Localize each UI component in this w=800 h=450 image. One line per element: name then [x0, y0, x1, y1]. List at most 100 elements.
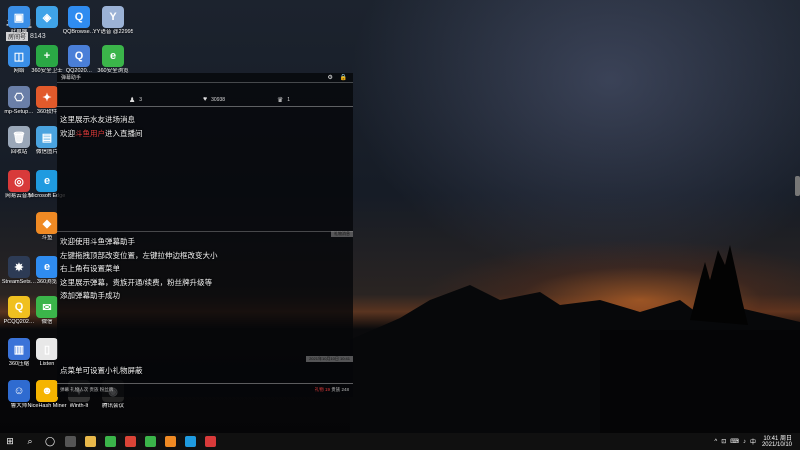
app-icon: ✦	[36, 86, 58, 108]
douyu-icon	[164, 436, 176, 447]
stats-bar: ♟ 3 ♥ 30938 ♛ 1	[57, 91, 353, 107]
chat-message: 欢迎使用斗鱼弹幕助手	[60, 237, 135, 246]
desktop-icon[interactable]: Q QQ2020…	[62, 45, 96, 75]
start-windows-icon[interactable]: ⊞	[0, 433, 20, 450]
desktop-icon[interactable]: ◈	[30, 6, 64, 29]
app-icon: e	[36, 170, 58, 192]
input-method-icon[interactable]: 中	[750, 437, 756, 446]
app-icon: 🗑	[8, 126, 30, 148]
desktop-icon[interactable]: YYY语音 @22995…	[93, 6, 133, 36]
app-icon: ▥	[8, 338, 30, 360]
app-icon: ▤	[36, 126, 58, 148]
desktop-icon-label: 360软件	[36, 109, 58, 115]
desktop-icon-label: 此电脑	[10, 29, 28, 35]
welcome-prefix: 欢迎	[60, 129, 75, 138]
desktop-icon[interactable]: +360安全卫士	[30, 45, 64, 75]
crown-icon: ♛	[277, 97, 284, 104]
danmu-assistant-window[interactable]: 弹幕助手 ⚙ 🔒 ♟ 3 ♥ 30938 ♛ 1 这里展示水友进场消息 欢迎斗鱼…	[57, 73, 353, 397]
search-icon[interactable]: ⌕	[20, 433, 40, 450]
app-icon: ☺	[8, 380, 30, 402]
wechat-icon	[144, 436, 156, 447]
file-explorer-icon	[84, 436, 96, 447]
desktop-icon-label: 网络	[13, 68, 25, 74]
clock[interactable]: 10:41 周日 2021/10/10	[762, 436, 792, 448]
desktop-icon-label: 360浏览	[36, 279, 58, 285]
app-icon: ◈	[36, 6, 58, 28]
settings-gear-icon[interactable]: ⚙	[327, 75, 332, 81]
app-icon: ✉	[36, 296, 58, 318]
360-browser-icon	[104, 436, 116, 447]
desktop-icon-label: NiceHash Miner	[27, 403, 67, 409]
app-icon: ◫	[8, 45, 30, 67]
desktop-icon-label: Listen	[39, 361, 55, 367]
tray-expand-icon[interactable]: ^	[714, 439, 717, 445]
app-icon: +	[36, 45, 58, 67]
desktop-icon-label: YY语音 @22995…	[93, 29, 133, 35]
app-icon: Q	[8, 296, 30, 318]
volume-icon[interactable]: ♪	[743, 439, 746, 445]
desktop-icon-label: 回收站	[10, 149, 28, 155]
desktop-icon-label: 360压缩	[8, 361, 30, 367]
chrome-icon	[124, 436, 136, 447]
app-icon: ☻	[36, 380, 58, 402]
edge-scroll-handle[interactable]	[795, 176, 800, 196]
chat-message: 添加弹幕助手成功	[60, 291, 120, 300]
app-icon: ◆	[36, 212, 58, 234]
desktop-icon[interactable]: Q QQBrowse…	[62, 6, 96, 36]
taskbar-douyu-icon[interactable]	[160, 433, 180, 450]
app-icon: Q	[68, 45, 90, 67]
desktop-icon-label: 斗鱼	[41, 235, 53, 241]
app-icon: ◎	[8, 170, 30, 192]
noble-count: 1	[287, 97, 291, 103]
task-view-icon	[64, 436, 76, 447]
heart-icon: ♥	[203, 96, 208, 103]
taskbar-wechat-icon[interactable]	[140, 433, 160, 450]
clock-time: 10:41 周日	[763, 435, 792, 442]
taskbar-file-explorer-icon[interactable]	[80, 433, 100, 450]
bottom-tabs[interactable]: 弹幕 礼物人次 贵族 粉丝牌	[57, 387, 113, 392]
noble-stat: ♛ 1	[277, 96, 290, 104]
desktop-icon[interactable]: e 360安全浏览	[96, 45, 130, 75]
cortana-icon[interactable]: ◯	[40, 433, 60, 450]
welcome-suffix: 进入直播间	[105, 129, 143, 138]
taskbar-task-view-icon[interactable]	[60, 433, 80, 450]
taskbar-360-browser-icon[interactable]	[100, 433, 120, 450]
timestamp-divider: 2021年10月10日 10:41	[57, 356, 353, 363]
danmu-bottom-bar[interactable]: 弹幕 礼物人次 贵族 粉丝牌 礼物 19 贵族 248	[57, 383, 353, 395]
taskbar-chrome-icon[interactable]	[120, 433, 140, 450]
chat-message: 左键拖拽顶部改变位置，左键拉伸边框改变大小	[60, 250, 218, 260]
desktop-icon-label: 腾讯会议	[101, 403, 124, 409]
gift-divider-tag: 礼物消息	[331, 231, 353, 237]
taskbar: ⊞ ⌕ ◯ ^ ⊡ ⌨ ♪ 中 10:41 周日 2021/10/10	[0, 433, 800, 450]
chat-message: 这里展示弹幕，贵族开通/续费，粉丝牌升级等	[60, 277, 213, 287]
taskbar-edge-icon[interactable]	[180, 433, 200, 450]
app-icon: ⎔	[8, 86, 30, 108]
netease-music-icon	[204, 436, 216, 447]
app-icon: ✸	[8, 256, 30, 278]
app-icon: e	[102, 45, 124, 67]
danmu-title: 弹幕助手	[61, 75, 82, 81]
taskbar-netease-music-icon[interactable]	[200, 433, 220, 450]
desktop-icon-label: QQBrowse…	[62, 29, 96, 35]
gift-count: 礼物 19	[314, 387, 330, 392]
lock-icon[interactable]: 🔒	[340, 75, 347, 81]
desktop-icon-label: 微信图片	[35, 149, 58, 155]
timestamp-tag: 2021年10月10日 10:41	[306, 356, 353, 362]
app-icon: e	[36, 256, 58, 278]
gift-hint-message: 点菜单可设置小礼物屏蔽	[60, 366, 143, 375]
network-icon[interactable]: ⊡	[721, 438, 726, 445]
desktop-icon-label: 鲁大师	[10, 403, 28, 409]
system-tray: ^ ⊡ ⌨ ♪ 中 10:41 周日 2021/10/10	[710, 433, 792, 450]
pinned-apps	[60, 433, 220, 450]
audience-count: 3	[139, 97, 143, 103]
chat-message: 右上角有设置菜单	[60, 264, 120, 273]
edge-icon	[184, 436, 196, 447]
keyboard-icon[interactable]: ⌨	[730, 438, 739, 445]
app-icon: ▣	[8, 6, 30, 28]
desktop-icon-label: 微信	[41, 319, 53, 325]
app-icon: Q	[68, 6, 90, 28]
desktop-icon-label: Winth-It	[69, 403, 89, 409]
user-icon: ♟	[129, 97, 136, 104]
danmu-header[interactable]: 弹幕助手 ⚙ 🔒	[57, 73, 353, 83]
likes-count: 30938	[211, 96, 226, 103]
